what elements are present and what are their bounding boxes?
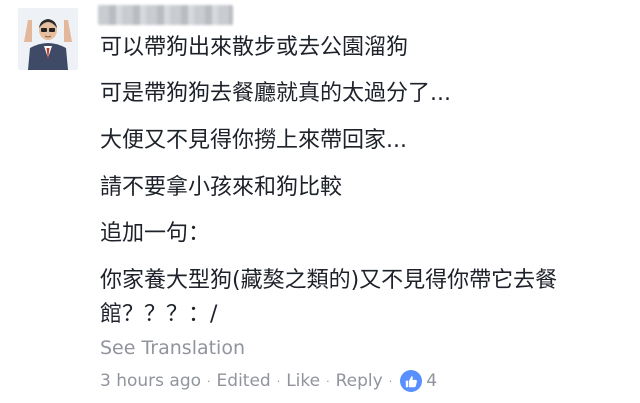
like-count[interactable]: 4 bbox=[426, 371, 437, 391]
timestamp-link[interactable]: 3 hours ago bbox=[100, 371, 201, 391]
comment-line: 你家養大型狗(藏獒之類的)又不見得你帶它去餐 bbox=[100, 268, 558, 293]
reply-button[interactable]: Reply bbox=[336, 371, 383, 391]
like-button[interactable]: Like bbox=[286, 371, 320, 391]
comment-line: 追加一句： bbox=[100, 221, 211, 246]
comment-line: 請不要拿小孩來和狗比較 bbox=[100, 175, 343, 200]
comment-line: 可以帶狗出來散步或去公園溜狗 bbox=[100, 35, 409, 60]
author-name-blurred[interactable] bbox=[98, 5, 233, 25]
see-translation-link[interactable]: See Translation bbox=[100, 335, 245, 361]
separator-dot: · bbox=[207, 374, 211, 388]
avatar[interactable] bbox=[18, 8, 78, 70]
edited-link[interactable]: Edited bbox=[217, 371, 271, 391]
separator-dot: · bbox=[326, 374, 330, 388]
thumbs-up-icon[interactable] bbox=[400, 370, 423, 392]
comment: 可以帶狗出來散步或去公園溜狗 可是帶狗狗去餐廳就真的太過分了... 大便又不見得… bbox=[0, 0, 640, 403]
comment-line: 大便又不見得你撈上來帶回家... bbox=[100, 128, 407, 153]
comment-line: 可是帶狗狗去餐廳就真的太過分了... bbox=[100, 81, 451, 106]
separator-dot: · bbox=[276, 374, 281, 388]
comment-line: 館？？？：/ bbox=[100, 302, 218, 327]
separator-dot: · bbox=[388, 374, 393, 388]
comment-meta: 3 hours ago · Edited · Like · Reply · 4 bbox=[100, 368, 437, 394]
